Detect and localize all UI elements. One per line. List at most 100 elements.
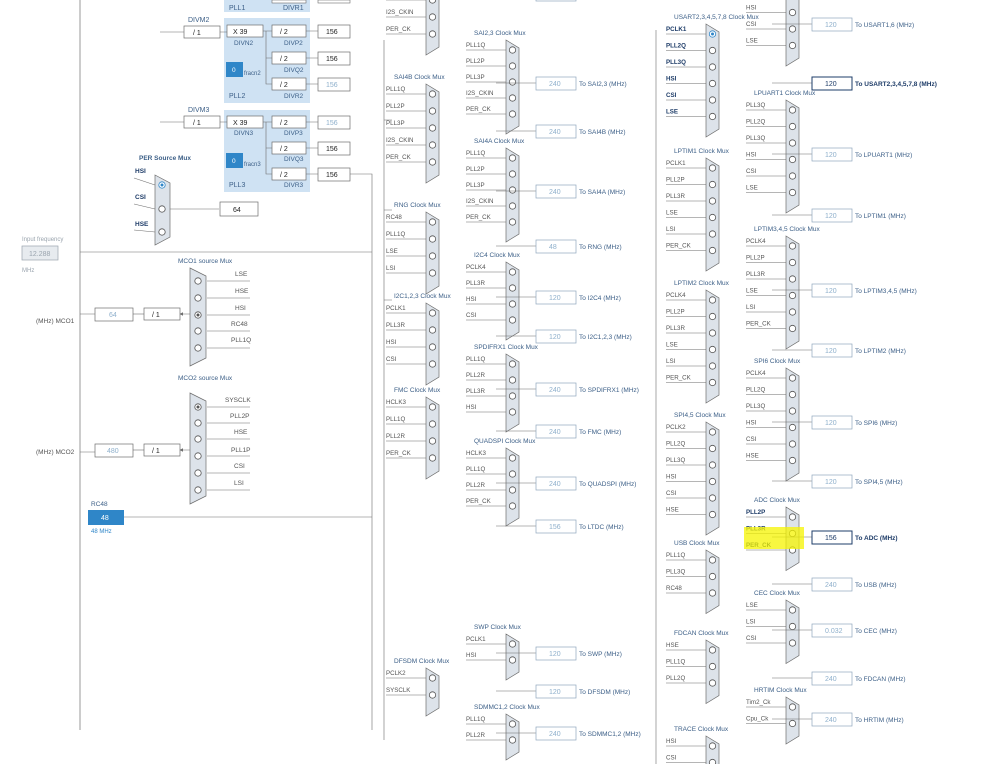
col1-mux-1-radio-4[interactable] bbox=[428, 158, 437, 166]
col3-mux-0-radio-1[interactable] bbox=[708, 46, 717, 55]
col3-mux-3-radio-1[interactable] bbox=[708, 444, 717, 453]
col3-mux-1-radio-3[interactable] bbox=[708, 213, 717, 222]
col1-mux-3-radio-1[interactable] bbox=[428, 326, 437, 334]
col1-mux-2-radio-3[interactable] bbox=[428, 269, 437, 277]
col4-mux-2-radio-4[interactable] bbox=[788, 172, 797, 180]
mco1-radio-3[interactable] bbox=[194, 327, 202, 335]
col1-mux-3-radio-3[interactable] bbox=[428, 360, 437, 368]
col4-mux-0-radio-1[interactable] bbox=[788, 8, 797, 17]
col1-mux-1-radio-0[interactable] bbox=[428, 90, 437, 98]
mco1-radio-0[interactable] bbox=[194, 277, 202, 285]
divq3-select[interactable] bbox=[271, 141, 307, 155]
col2-mux-9-radio-1[interactable] bbox=[508, 470, 517, 478]
col2-mux-3-radio-2[interactable] bbox=[508, 186, 517, 194]
col2-mux-3-radio-0[interactable] bbox=[508, 154, 517, 162]
col2-mux-11-radio-1[interactable] bbox=[508, 656, 517, 664]
col2-mux-5-radio-3[interactable] bbox=[508, 316, 517, 324]
col2-mux-7-radio-2[interactable] bbox=[508, 392, 517, 400]
divm3-select[interactable] bbox=[183, 115, 221, 129]
divr1-box[interactable] bbox=[271, 0, 307, 4]
divm2-select[interactable] bbox=[183, 25, 221, 39]
col2-mux-5-radio-1[interactable] bbox=[508, 284, 517, 292]
col1-mux-3-radio-0[interactable] bbox=[428, 309, 437, 317]
col2-mux-3-radio-3[interactable] bbox=[508, 202, 517, 210]
col3-mux-1-radio-1[interactable] bbox=[708, 180, 717, 189]
col2-mux-1-radio-0[interactable] bbox=[508, 46, 517, 54]
col4-mux-6-radio-5[interactable] bbox=[788, 456, 797, 465]
col4-mux-6-radio-3[interactable] bbox=[788, 423, 797, 432]
col4-mux-2-radio-3[interactable] bbox=[788, 155, 797, 164]
col3-mux-6-radio-1[interactable] bbox=[708, 758, 717, 764]
col1-mux-4-radio-1[interactable] bbox=[428, 420, 437, 428]
pll1q-out-box[interactable] bbox=[317, 0, 351, 4]
mco2-radio-3[interactable] bbox=[194, 452, 202, 460]
col3-mux-4-radio-1[interactable] bbox=[708, 572, 717, 581]
col2-mux-13-radio-0[interactable] bbox=[508, 720, 517, 728]
col1-mux-2-radio-0[interactable] bbox=[428, 218, 437, 226]
col1-mux-5-radio-0[interactable] bbox=[428, 674, 437, 682]
col2-mux-7-radio-3[interactable] bbox=[508, 408, 517, 416]
mco2-radio-4[interactable] bbox=[194, 469, 202, 477]
col2-mux-1-radio-4[interactable] bbox=[508, 110, 517, 118]
col2-mux-9-radio-3[interactable] bbox=[508, 502, 517, 510]
col3-mux-4-radio-2[interactable] bbox=[708, 589, 717, 597]
col3-mux-3-radio-5[interactable] bbox=[708, 510, 717, 519]
col4-mux-10-radio-2[interactable] bbox=[788, 639, 797, 647]
col4-mux-12-radio-1[interactable] bbox=[788, 719, 797, 728]
col3-mux-2-radio-0[interactable] bbox=[708, 296, 717, 304]
mco1-radio-4[interactable] bbox=[194, 344, 202, 352]
mco2-radio-2[interactable] bbox=[194, 435, 202, 443]
col2-mux-0-output[interactable] bbox=[535, 0, 577, 2]
col4-mux-12-radio-0[interactable] bbox=[788, 703, 797, 711]
mco1-radio-1[interactable] bbox=[194, 294, 202, 302]
col4-mux-4-radio-0[interactable] bbox=[788, 242, 797, 250]
col3-mux-1-radio-4[interactable] bbox=[708, 230, 717, 238]
col1-mux-1-radio-3[interactable] bbox=[428, 141, 437, 149]
col2-mux-7-radio-1[interactable] bbox=[508, 376, 517, 384]
col3-mux-5-radio-2[interactable] bbox=[708, 679, 717, 687]
col1-mux-0-radio-1[interactable] bbox=[428, 13, 437, 21]
col1-mux-4-radio-3[interactable] bbox=[428, 454, 437, 462]
col3-mux-2-radio-5[interactable] bbox=[708, 378, 717, 387]
col4-mux-2-radio-2[interactable] bbox=[788, 139, 797, 147]
divr2-select[interactable] bbox=[271, 77, 307, 91]
col1-mux-3-radio-2[interactable] bbox=[428, 343, 437, 351]
col4-mux-2-radio-5[interactable] bbox=[788, 188, 797, 197]
col4-mux-2-radio-1[interactable] bbox=[788, 122, 797, 131]
col3-mux-5-radio-0[interactable] bbox=[708, 646, 717, 654]
col4-mux-4-radio-5[interactable] bbox=[788, 324, 797, 333]
col4-mux-0-radio-3[interactable] bbox=[788, 41, 797, 50]
divq2-select[interactable] bbox=[271, 51, 307, 65]
divr3-select[interactable] bbox=[271, 167, 307, 181]
col1-mux-0-radio-0[interactable] bbox=[428, 0, 437, 4]
mco2-div-select[interactable] bbox=[143, 443, 181, 457]
col1-mux-2-radio-2[interactable] bbox=[428, 252, 437, 260]
col2-mux-1-radio-2[interactable] bbox=[508, 78, 517, 86]
col3-mux-1-radio-5[interactable] bbox=[708, 246, 717, 255]
col3-mux-6-radio-0[interactable] bbox=[708, 742, 717, 750]
col2-mux-13-radio-1[interactable] bbox=[508, 736, 517, 744]
col3-mux-3-radio-4[interactable] bbox=[708, 494, 717, 502]
col4-mux-6-radio-2[interactable] bbox=[788, 407, 797, 415]
col4-mux-0-radio-2[interactable] bbox=[788, 25, 797, 33]
col4-mux-4-radio-1[interactable] bbox=[788, 258, 797, 267]
col3-mux-2-radio-4[interactable] bbox=[708, 362, 717, 370]
col4-mux-4-radio-3[interactable] bbox=[788, 291, 797, 300]
col1-mux-4-radio-2[interactable] bbox=[428, 437, 437, 445]
col3-mux-5-radio-1[interactable] bbox=[708, 662, 717, 671]
divp2-select[interactable] bbox=[271, 24, 307, 38]
col2-mux-9-radio-2[interactable] bbox=[508, 486, 517, 494]
col3-mux-2-radio-2[interactable] bbox=[708, 329, 717, 337]
col2-mux-3-radio-1[interactable] bbox=[508, 170, 517, 178]
per-mux-radio-csi[interactable] bbox=[158, 205, 166, 213]
col3-mux-0-radio-3[interactable] bbox=[708, 79, 717, 88]
col4-mux-6-radio-0[interactable] bbox=[788, 374, 797, 382]
mco2-radio-1[interactable] bbox=[194, 419, 202, 427]
col3-mux-3-radio-3[interactable] bbox=[708, 477, 717, 486]
col3-mux-2-radio-3[interactable] bbox=[708, 345, 717, 354]
col3-mux-0-radio-4[interactable] bbox=[708, 96, 717, 104]
col2-mux-1-radio-3[interactable] bbox=[508, 94, 517, 102]
col1-mux-0-radio-2[interactable] bbox=[428, 30, 437, 38]
col4-mux-10-radio-0[interactable] bbox=[788, 606, 797, 614]
col3-mux-0-radio-2[interactable] bbox=[708, 63, 717, 71]
